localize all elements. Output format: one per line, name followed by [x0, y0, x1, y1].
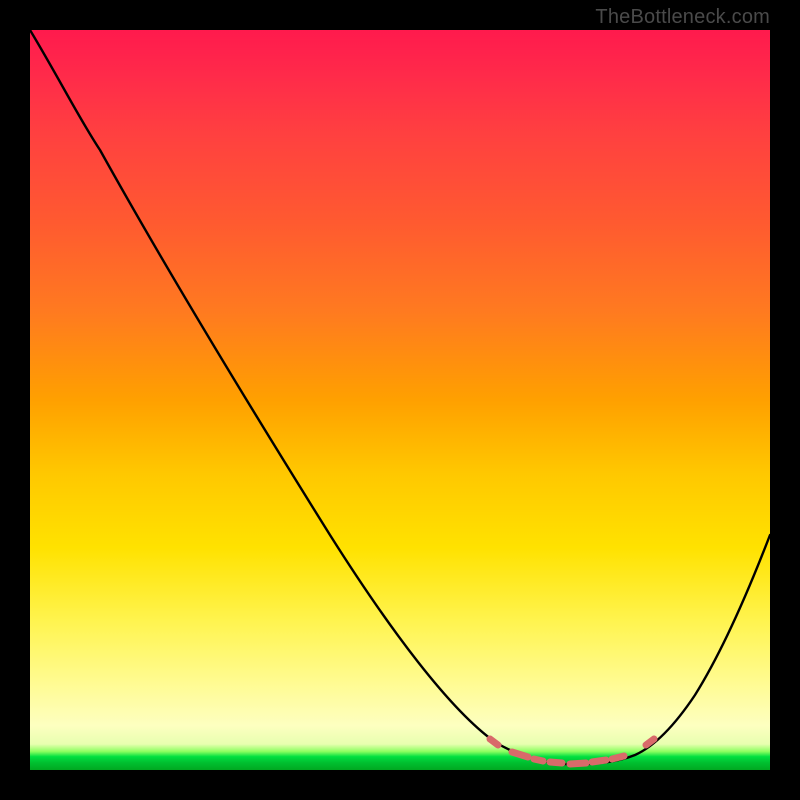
plot-area — [30, 30, 770, 770]
optimal-zone-dashes — [490, 739, 654, 764]
bottleneck-curve — [30, 30, 770, 764]
chart-frame: TheBottleneck.com — [0, 0, 800, 800]
curve-svg — [30, 30, 770, 770]
watermark-text: TheBottleneck.com — [595, 6, 770, 29]
